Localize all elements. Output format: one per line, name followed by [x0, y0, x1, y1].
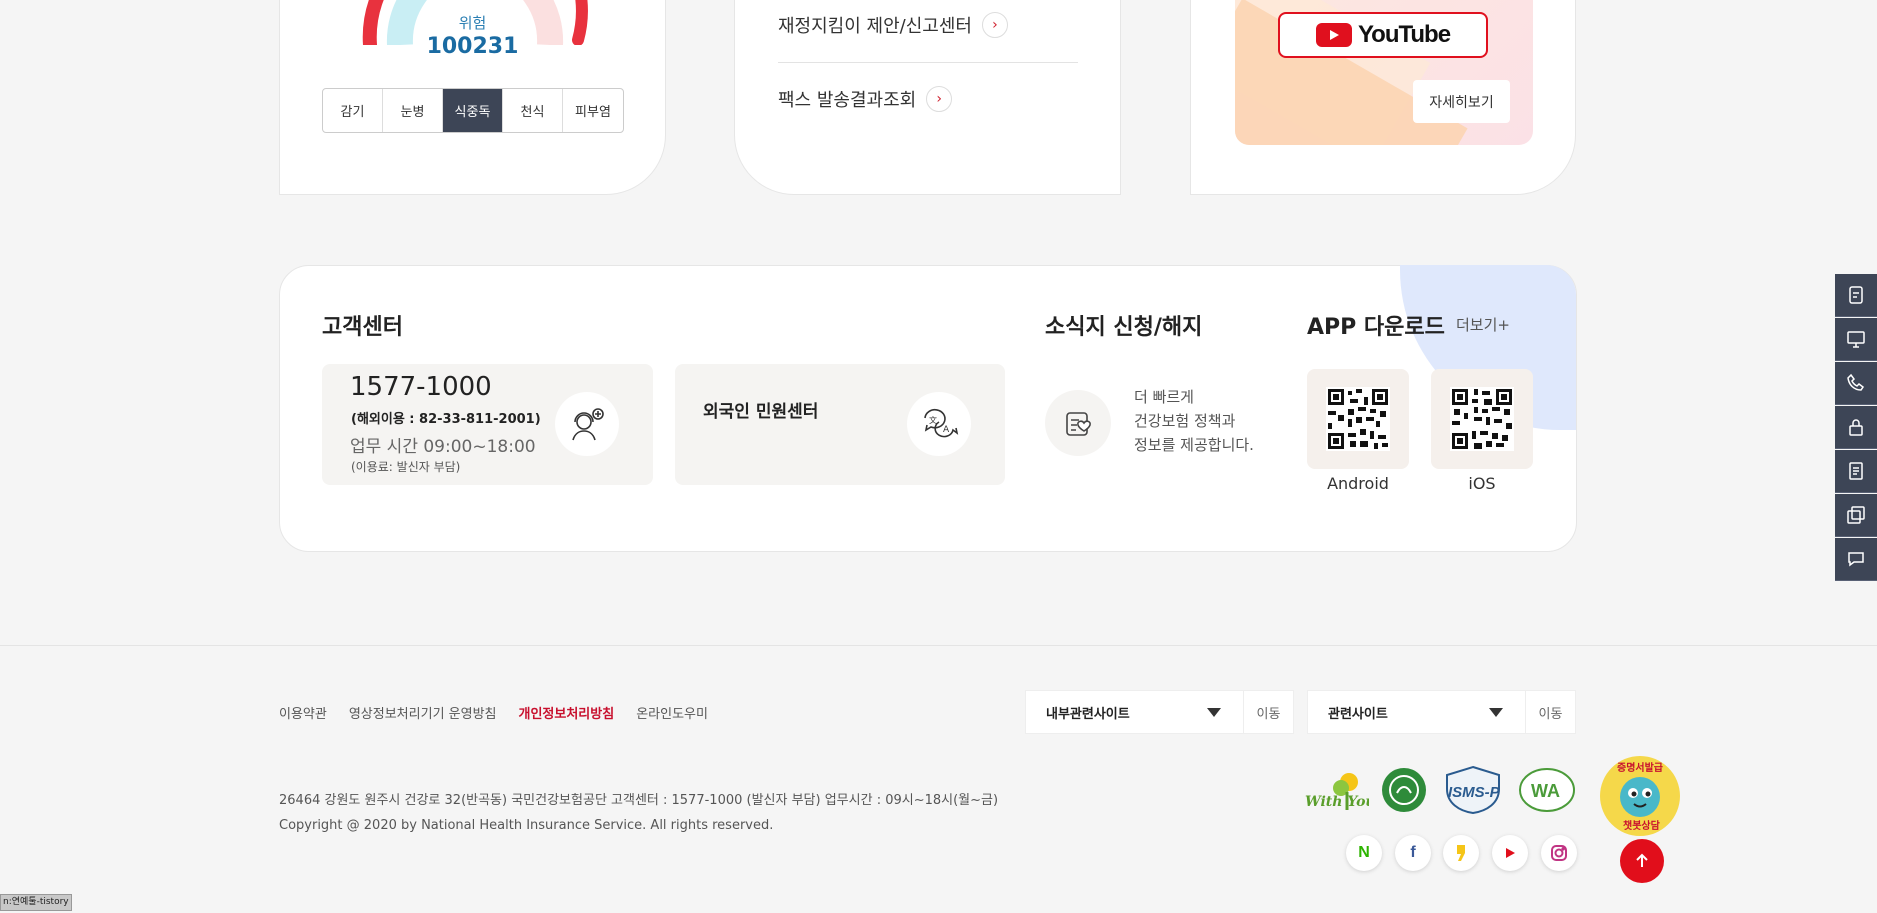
footer-address: 26464 강원도 원주시 건강로 32(반곡동) 국민건강보험공단 고객센터 … — [279, 793, 999, 808]
foreign-center-title: 외국인 민원센터 — [703, 402, 819, 422]
related-sites-label: 관련사이트 — [1328, 706, 1388, 722]
link-finance-report[interactable]: 재정지킴이 제안/신고센터 › — [778, 12, 1078, 38]
risk-level-label: 위험 — [458, 14, 487, 32]
tab-eye-disease[interactable]: 눈병 — [383, 89, 443, 132]
mascot-top-text: 증명서발급 — [1617, 761, 1663, 774]
scroll-to-top-button[interactable] — [1620, 839, 1664, 883]
newsletter-description: 더 빠르게 건강보험 정책과 정보를 제공합니다. — [1134, 385, 1254, 457]
footer-link-terms[interactable]: 이용약관 — [279, 703, 327, 722]
youtube-label: YouTube — [1357, 21, 1451, 48]
quick-menu-phone-icon[interactable] — [1835, 362, 1877, 405]
overseas-number: (해외이용 : 82-33-811-2001) — [351, 412, 541, 427]
caret-down-icon — [1207, 707, 1221, 717]
android-label[interactable]: Android — [1307, 474, 1409, 493]
phone-number: 1577-1000 — [350, 372, 492, 402]
newsletter-line: 더 빠르게 — [1134, 388, 1194, 406]
svg-text:文: 文 — [929, 415, 937, 425]
risk-value: 100231 — [426, 34, 519, 59]
isms-p-text: ISMS-P — [1448, 784, 1501, 801]
newsletter-line: 건강보험 정책과 — [1134, 412, 1236, 430]
youtube-play-icon — [1315, 23, 1352, 47]
app-download-title: APP 다운로드 — [1307, 315, 1445, 340]
tab-asthma[interactable]: 천식 — [503, 89, 563, 132]
tab-cold[interactable]: 감기 — [323, 89, 383, 132]
customer-center-title: 고객센터 — [322, 315, 403, 340]
arrow-up-icon — [1636, 853, 1648, 867]
youtube-button[interactable]: YouTube — [1278, 12, 1488, 58]
disease-tabs: 감기 눈병 식중독 천식 피부염 — [322, 88, 624, 133]
youtube-more-button[interactable]: 자세히보기 — [1413, 80, 1510, 123]
kakao-story-icon[interactable] — [1443, 835, 1479, 871]
browser-status-bar: n:연예툴-tistory — [0, 894, 72, 911]
chevron-right-icon: › — [981, 12, 1008, 38]
caret-down-icon — [1489, 707, 1503, 717]
instagram-icon[interactable] — [1541, 835, 1577, 871]
quick-menu-lock-icon[interactable] — [1835, 406, 1877, 449]
quick-menu-document-icon[interactable] — [1835, 274, 1877, 317]
quick-menu-monitor-icon[interactable] — [1835, 318, 1877, 361]
quick-menu-chat-icon[interactable] — [1835, 538, 1877, 581]
quick-menu-list-icon[interactable] — [1835, 450, 1877, 493]
wa-text: WA — [1531, 781, 1560, 801]
ios-qr-code[interactable] — [1431, 369, 1533, 469]
svg-text:A: A — [943, 425, 950, 435]
with-you-text: With You — [1305, 794, 1369, 810]
wa-badge: WA — [1517, 764, 1577, 816]
quick-menu-copy-icon[interactable] — [1835, 494, 1877, 537]
related-sites-select[interactable]: 관련사이트 — [1307, 690, 1526, 734]
footer-links: 이용약관 영상정보처리기기 운영방침 개인정보처리방침 온라인도우미 — [279, 703, 708, 722]
tab-food-poisoning[interactable]: 식중독 — [443, 89, 503, 132]
with-you-logo: With You — [1303, 764, 1369, 816]
ios-label[interactable]: iOS — [1431, 474, 1533, 493]
link-fax-result[interactable]: 팩스 발송결과조회 › — [778, 86, 1078, 112]
footer-link-online-help[interactable]: 온라인도우미 — [636, 703, 708, 722]
footer-divider — [0, 645, 1877, 646]
newsletter-title: 소식지 신청/해지 — [1045, 315, 1203, 340]
qr-icon — [1326, 387, 1390, 451]
headset-icon — [555, 392, 619, 456]
translate-icon: 文 A — [907, 392, 971, 456]
link-fax-result-label: 팩스 발송결과조회 — [778, 90, 917, 111]
footer-link-privacy[interactable]: 개인정보처리방침 — [519, 703, 615, 722]
chevron-right-icon: › — [926, 86, 953, 112]
youtube-icon[interactable] — [1492, 835, 1528, 871]
call-fee-note: (이용료: 발신자 부담) — [351, 460, 461, 474]
mascot-bottom-text: 챗봇상담 — [1623, 819, 1661, 832]
newsletter-line: 정보를 제공합니다. — [1134, 436, 1254, 454]
divider — [778, 62, 1078, 63]
chatbot-mascot[interactable]: 증명서발급 챗봇상담 — [1600, 756, 1680, 836]
internal-sites-go-button[interactable]: 이동 — [1244, 690, 1294, 734]
certification-seal-icon — [1381, 764, 1427, 816]
footer-copyright: Copyright @ 2020 by National Health Insu… — [279, 818, 774, 833]
business-hours: 업무 시간 09:00~18:00 — [350, 437, 536, 457]
qr-icon — [1450, 387, 1514, 451]
footer-link-cctv-policy[interactable]: 영상정보처리기기 운영방침 — [349, 703, 497, 722]
isms-p-badge: ISMS-P — [1440, 764, 1506, 816]
internal-sites-label: 내부관련사이트 — [1046, 706, 1130, 722]
naver-blog-icon[interactable]: N — [1346, 835, 1382, 871]
app-more-link[interactable]: 더보기+ — [1456, 314, 1510, 335]
android-qr-code[interactable] — [1307, 369, 1409, 469]
link-finance-report-label: 재정지킴이 제안/신고센터 — [778, 16, 972, 37]
facebook-icon[interactable]: f — [1395, 835, 1431, 871]
related-sites-go-button[interactable]: 이동 — [1526, 690, 1576, 734]
newsletter-heart-icon[interactable] — [1045, 390, 1111, 456]
tab-dermatitis[interactable]: 피부염 — [563, 89, 623, 132]
internal-sites-select[interactable]: 내부관련사이트 — [1025, 690, 1244, 734]
